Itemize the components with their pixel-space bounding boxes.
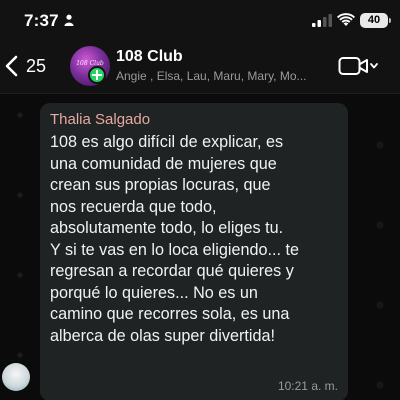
battery-icon: 40 bbox=[360, 13, 391, 28]
message-time: 10:21 a. m. bbox=[277, 379, 338, 393]
unread-count: 25 bbox=[26, 55, 47, 76]
avatar-label: 108 Club bbox=[76, 60, 104, 67]
group-name[interactable]: 108 Club bbox=[116, 48, 183, 66]
add-badge-icon bbox=[88, 66, 106, 84]
sender-avatar[interactable] bbox=[2, 363, 30, 391]
sender-name[interactable]: Thalia Salgado bbox=[50, 111, 338, 128]
status-bar: 7:37 40 bbox=[0, 0, 400, 40]
chevron-left-icon bbox=[5, 55, 18, 77]
back-button[interactable]: 25 bbox=[4, 50, 46, 82]
person-icon bbox=[64, 14, 74, 26]
message-bubble[interactable]: Thalia Salgado 108 es algo difícil de ex… bbox=[40, 103, 348, 400]
wifi-icon bbox=[337, 13, 355, 26]
chat-header: 25 108 Club 108 Club Angie , Elsa, Lau, … bbox=[0, 40, 400, 94]
signal-icon bbox=[312, 14, 332, 27]
chat-area[interactable]: Thalia Salgado 108 es algo difícil de ex… bbox=[0, 95, 400, 400]
status-time: 7:37 bbox=[24, 11, 59, 30]
message-text: 108 es algo difícil de explicar, es una … bbox=[50, 133, 299, 345]
chevron-down-icon bbox=[370, 63, 378, 69]
group-members[interactable]: Angie , Elsa, Lau, Maru, Mary, Mo... bbox=[116, 69, 316, 83]
video-call-icon[interactable] bbox=[338, 55, 380, 77]
